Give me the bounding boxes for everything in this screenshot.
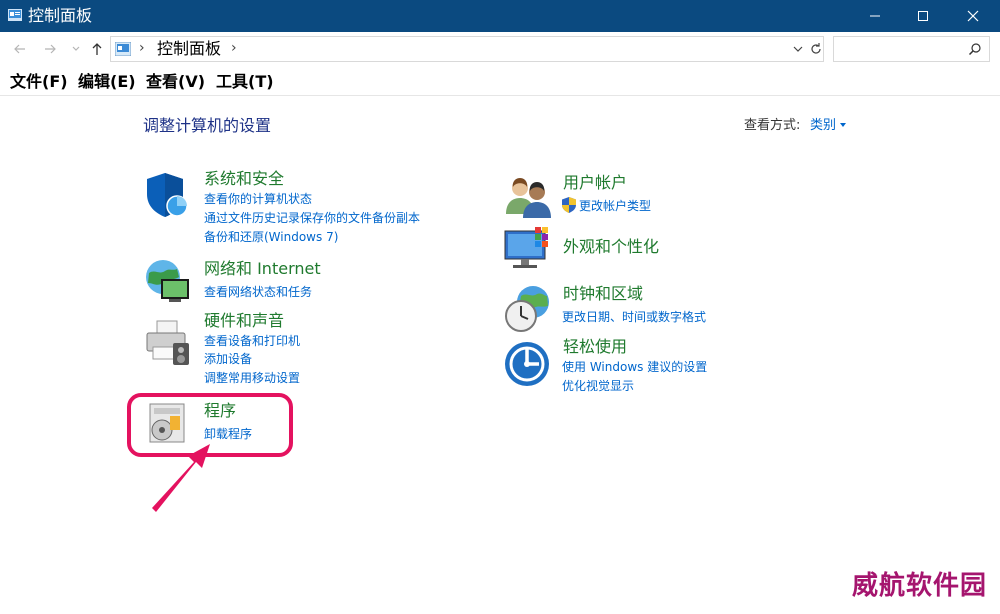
menu-view[interactable]: 查看(V) <box>146 72 205 92</box>
category-hardware-sound[interactable]: 硬件和声音 <box>204 311 284 331</box>
page-heading: 调整计算机的设置 <box>143 116 272 135</box>
link-view-computer-status[interactable]: 查看你的计算机状态 <box>204 191 312 207</box>
menu-bar: 文件(F) 编辑(E) 查看(V) 工具(T) <box>0 68 1000 96</box>
breadcrumb-chevron[interactable]: › <box>231 40 237 56</box>
link-change-date-time-format[interactable]: 更改日期、时间或数字格式 <box>562 309 706 325</box>
category-ease-of-access[interactable]: 轻松使用 <box>563 337 627 357</box>
breadcrumb-separator: › <box>139 40 145 56</box>
shield-icon[interactable] <box>143 170 193 220</box>
maximize-icon <box>918 11 928 21</box>
forward-button[interactable] <box>42 41 58 57</box>
minimize-button[interactable] <box>852 0 898 32</box>
control-panel-icon <box>8 9 22 21</box>
up-button[interactable] <box>89 41 105 57</box>
search-icon <box>968 43 981 56</box>
user-accounts-icon[interactable] <box>503 172 553 222</box>
caret-down-icon[interactable] <box>839 122 847 128</box>
category-system-security[interactable]: 系统和安全 <box>204 169 284 189</box>
arrow-left-icon <box>14 44 25 54</box>
link-file-history-backup[interactable]: 通过文件历史记录保存你的文件备份副本 <box>204 210 420 226</box>
address-dropdown-icon[interactable] <box>791 41 805 57</box>
menu-edit[interactable]: 编辑(E) <box>78 72 136 92</box>
close-button[interactable] <box>950 0 996 32</box>
clock-globe-icon[interactable] <box>503 284 553 334</box>
menu-file[interactable]: 文件(F) <box>10 72 68 92</box>
network-globe-icon[interactable] <box>143 257 193 307</box>
link-change-account-type[interactable]: 更改帐户类型 <box>579 198 651 214</box>
content-area: 调整计算机的设置 查看方式: 类别 系统和安全 查看你的计算机状态 通过文件历史… <box>0 97 1000 614</box>
arrow-up-icon <box>92 43 102 55</box>
maximize-button[interactable] <box>900 0 946 32</box>
ease-of-access-icon[interactable] <box>503 340 553 390</box>
refresh-icon[interactable] <box>809 41 823 57</box>
search-box[interactable] <box>833 36 990 62</box>
link-network-status[interactable]: 查看网络状态和任务 <box>204 284 312 300</box>
watermark: 威航软件园 <box>852 571 988 601</box>
recent-locations-button[interactable] <box>68 41 84 57</box>
chevron-down-icon <box>72 46 80 51</box>
address-bar[interactable]: › 控制面板 › <box>110 36 824 62</box>
link-optimize-visual-display[interactable]: 优化视觉显示 <box>562 378 634 394</box>
pointer-arrow-icon <box>152 444 210 512</box>
view-by-dropdown[interactable]: 类别 <box>810 118 836 134</box>
category-user-accounts[interactable]: 用户帐户 <box>563 173 627 193</box>
close-icon <box>967 10 979 22</box>
menu-tools[interactable]: 工具(T) <box>216 72 274 92</box>
link-windows-recommended-settings[interactable]: 使用 Windows 建议的设置 <box>562 359 707 375</box>
link-devices-printers[interactable]: 查看设备和打印机 <box>204 333 300 349</box>
link-mobility-settings[interactable]: 调整常用移动设置 <box>204 370 300 386</box>
view-by-label: 查看方式: <box>744 118 801 133</box>
uac-shield-icon <box>562 197 576 213</box>
minimize-icon <box>870 15 880 17</box>
category-network-internet[interactable]: 网络和 Internet <box>204 259 321 279</box>
control-panel-icon <box>115 42 131 56</box>
appearance-monitor-icon[interactable] <box>503 225 553 275</box>
back-button[interactable] <box>12 41 28 57</box>
category-appearance-personalization[interactable]: 外观和个性化 <box>563 237 659 257</box>
title-bar: 控制面板 <box>0 0 1000 32</box>
link-add-device[interactable]: 添加设备 <box>204 351 252 367</box>
printer-icon[interactable] <box>143 317 193 367</box>
breadcrumb-control-panel[interactable]: 控制面板 <box>157 39 221 59</box>
link-backup-restore[interactable]: 备份和还原(Windows 7) <box>204 229 338 245</box>
arrow-right-icon <box>45 44 56 54</box>
window-title: 控制面板 <box>28 6 93 25</box>
category-clock-region[interactable]: 时钟和区域 <box>563 284 643 304</box>
